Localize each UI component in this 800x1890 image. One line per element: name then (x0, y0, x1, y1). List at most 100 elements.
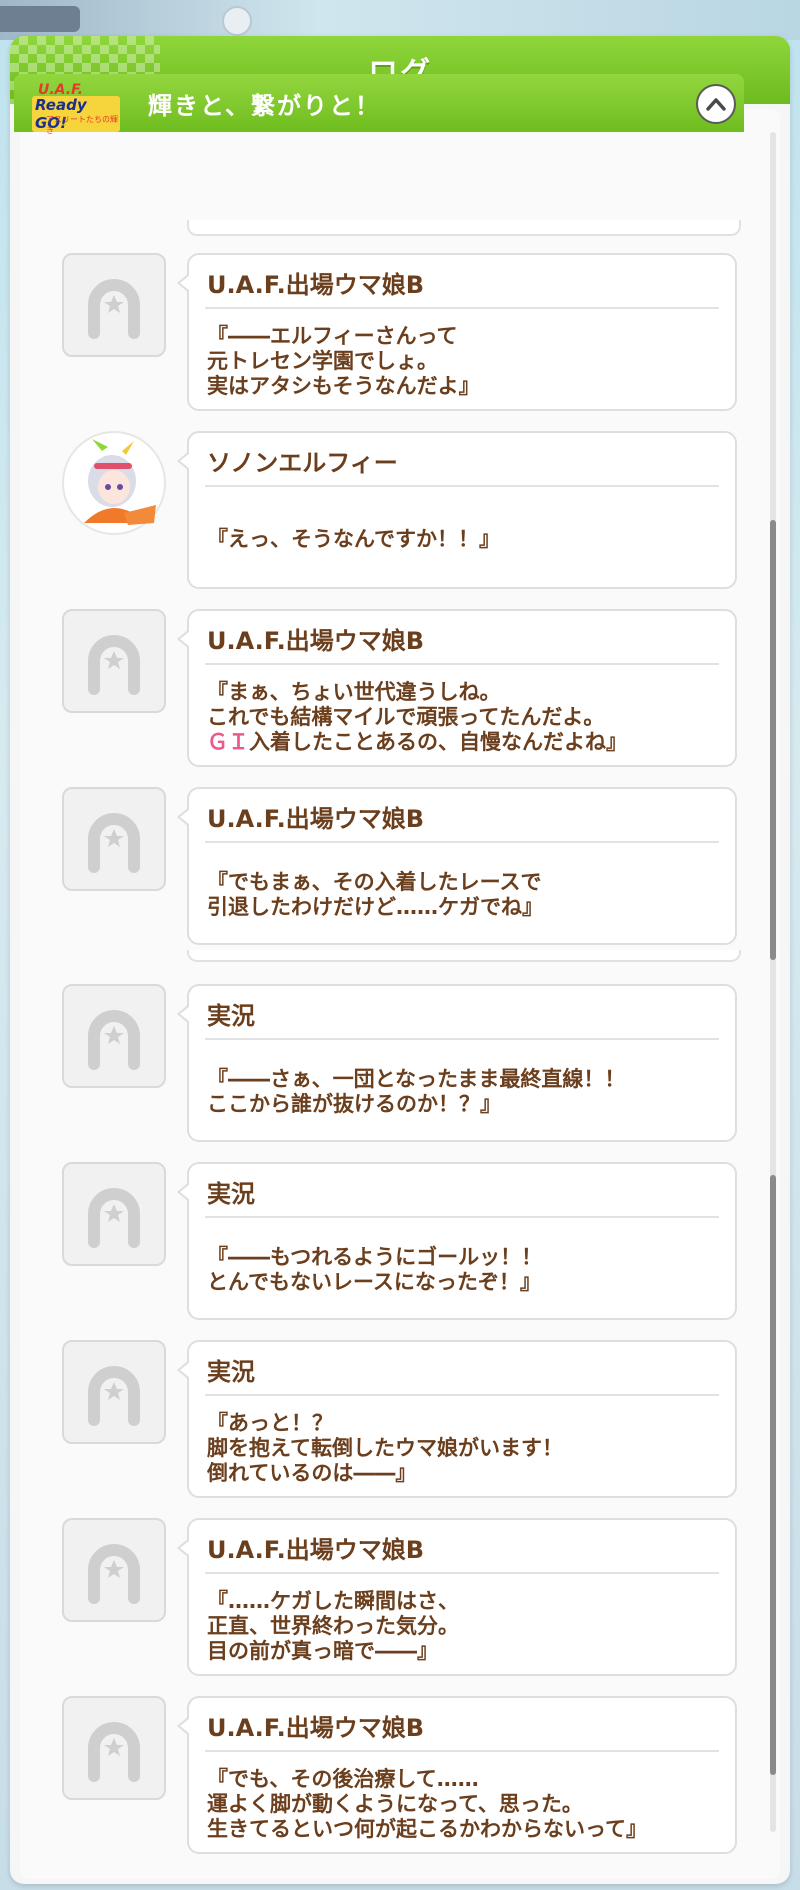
speaker-name: 実況 (207, 1002, 255, 1030)
speaker-name: 実況 (207, 1180, 255, 1208)
speaker-name: U.A.F.出場ウマ娘B (207, 805, 425, 833)
dialogue-line: とんでもないレースになったぞ！』 (207, 1270, 541, 1294)
speaker-name: U.A.F.出場ウマ娘B (207, 627, 425, 655)
highlight-text: ＧＩ (207, 729, 249, 754)
background-ring (222, 6, 252, 36)
dialogue-bubble: 実況 『――さぁ、一団となったまま最終直線！！ ここから誰が抜けるのか！？』 (177, 984, 737, 1142)
divider (205, 1572, 719, 1574)
horseshoe-icon (88, 1366, 140, 1426)
avatar (62, 253, 166, 357)
divider (205, 1394, 719, 1396)
speaker-name: U.A.F.出場ウマ娘B (207, 271, 425, 299)
log-entry: 実況 『――さぁ、一団となったまま最終直線！！ ここから誰が抜けるのか！？』 (62, 984, 737, 1144)
horseshoe-icon (88, 279, 140, 339)
dialogue-text: 『えっ、そうなんですか！！』 (207, 501, 721, 577)
dialogue-bubble: U.A.F.出場ウマ娘B 『……ケガした瞬間はさ、 正直、世界終わった気分。 目… (177, 1518, 737, 1676)
dialogue-bubble: U.A.F.出場ウマ娘B 『でもまぁ、その入着したレースで 引退したわけだけど…… (177, 787, 737, 945)
dialogue-line: 生きてるといつ何が起こるかわからないって』 (207, 1816, 647, 1841)
speaker-name: ソノンエルフィー (207, 449, 398, 477)
avatar (62, 984, 166, 1088)
dialogue-line: 『――もつれるようにゴールッ！！ (207, 1245, 543, 1269)
log-entry: U.A.F.出場ウマ娘B 『まぁ、ちょい世代違うしね。 これでも結構マイルで頑張… (62, 609, 737, 769)
dialogue-bubble: 実況 『あっと！？ 脚を抱えて転倒したウマ娘がいます！ 倒れているのは――』 (177, 1340, 737, 1498)
horseshoe-icon (88, 1010, 140, 1070)
log-entry: U.A.F.出場ウマ娘B 『でもまぁ、その入着したレースで 引退したわけだけど…… (62, 787, 737, 947)
speaker-name: U.A.F.出場ウマ娘B (207, 1536, 425, 1564)
dialogue-line: 運よく脚が動くようになって、思った。 (207, 1791, 583, 1816)
horseshoe-icon (88, 635, 140, 695)
dialogue-text: 『……ケガした瞬間はさ、 正直、世界終わった気分。 目の前が真っ暗で――』 (207, 1588, 721, 1664)
dialogue-line: 『――さぁ、一団となったまま最終直線！！ (207, 1067, 626, 1091)
dialogue-line: 『……ケガした瞬間はさ、 (207, 1588, 459, 1613)
dialogue-text: 『――エルフィーさんって 元トレセン学園でしょ。 実はアタシもそうなんだよ』 (207, 323, 721, 399)
divider (205, 841, 719, 843)
dialogue-line: 『えっ、そうなんですか！！』 (207, 526, 500, 551)
log-entry: U.A.F.出場ウマ娘B 『でも、その後治療して…… 運よく脚が動くようになって… (62, 1696, 737, 1856)
dialogue-text: 『まぁ、ちょい世代違うしね。 これでも結構マイルで頑張ってたんだよ。 ＧＩ入着し… (207, 679, 721, 755)
dialogue-bubble: U.A.F.出場ウマ娘B 『――エルフィーさんって 元トレセン学園でしょ。 実は… (177, 253, 737, 411)
divider (205, 1216, 719, 1218)
scrollbar-thumb[interactable] (770, 1175, 776, 1775)
horseshoe-icon (88, 1188, 140, 1248)
dialogue-bubble: ソノンエルフィー 『えっ、そうなんですか！！』 (177, 431, 737, 589)
dialogue-line: 『でも、その後治療して…… (207, 1766, 479, 1791)
log-entry: 実況 『あっと！？ 脚を抱えて転倒したウマ娘がいます！ 倒れているのは――』 (62, 1340, 737, 1500)
dialogue-line: 『あっと！？ (207, 1410, 333, 1435)
dialogue-text: 『でも、その後治療して…… 運よく脚が動くようになって、思った。 生きてるといつ… (207, 1766, 721, 1842)
collapse-button[interactable] (696, 84, 736, 124)
horseshoe-icon (88, 1544, 140, 1604)
event-logo: U.A.F. Ready GO! アスリートたちの輝き (28, 80, 120, 135)
dialogue-text: 『でもまぁ、その入着したレースで 引退したわけだけど……ケガでね』 (207, 857, 721, 933)
avatar (62, 431, 166, 535)
chapter-title: 輝きと、繋がりと！ (148, 91, 382, 120)
dialogue-line: ここから誰が抜けるのか！？』 (207, 1092, 501, 1116)
dialogue-line: ＧＩ入着したことあるの、自慢なんだよね』 (207, 730, 721, 755)
chapter-header[interactable]: U.A.F. Ready GO! アスリートたちの輝き 輝きと、繋がりと！ (14, 74, 744, 135)
dialogue-line: 元トレセン学園でしょ。 (207, 348, 438, 373)
background-chip (0, 6, 80, 32)
dialogue-line: 実はアタシもそうなんだよ』 (207, 373, 480, 398)
log-entry: 実況 『――もつれるようにゴールッ！！ とんでもないレースになったぞ！』 (62, 1162, 737, 1322)
divider (205, 663, 719, 665)
previous-bubble-edge (187, 950, 741, 962)
dialogue-line: 脚を抱えて転倒したウマ娘がいます！ (207, 1435, 563, 1460)
dialogue-line: 目の前が真っ暗で――』 (207, 1638, 438, 1663)
log-entry: U.A.F.出場ウマ娘B 『……ケガした瞬間はさ、 正直、世界終わった気分。 目… (62, 1518, 737, 1678)
dialogue-text: 『あっと！？ 脚を抱えて転倒したウマ娘がいます！ 倒れているのは――』 (207, 1410, 721, 1486)
horseshoe-icon (88, 1722, 140, 1782)
avatar (62, 1340, 166, 1444)
divider (205, 485, 719, 487)
dialogue-line: 正直、世界終わった気分。 (207, 1613, 459, 1638)
divider (205, 307, 719, 309)
dialogue-bubble: 実況 『――もつれるようにゴールッ！！ とんでもないレースになったぞ！』 (177, 1162, 737, 1320)
avatar (62, 787, 166, 891)
background-strip (0, 0, 800, 40)
chevron-up-icon (706, 98, 726, 111)
divider (205, 1750, 719, 1752)
divider (205, 1038, 719, 1040)
log-entry: U.A.F.出場ウマ娘B 『――エルフィーさんって 元トレセン学園でしょ。 実は… (62, 253, 737, 413)
speaker-name: U.A.F.出場ウマ娘B (207, 1714, 425, 1742)
dialogue-text: 『――さぁ、一団となったまま最終直線！！ ここから誰が抜けるのか！？』 (207, 1054, 721, 1130)
dialogue-line: 倒れているのは――』 (207, 1460, 417, 1485)
horseshoe-icon (88, 813, 140, 873)
dialogue-bubble: U.A.F.出場ウマ娘B 『でも、その後治療して…… 運よく脚が動くようになって… (177, 1696, 737, 1854)
dialogue-line: 『まぁ、ちょい世代違うしね。 (207, 679, 501, 704)
dialogue-line: 『でもまぁ、その入着したレースで (207, 870, 542, 894)
dialogue-text: 『――もつれるようにゴールッ！！ とんでもないレースになったぞ！』 (207, 1232, 721, 1308)
avatar (62, 1696, 166, 1800)
character-portrait (66, 435, 162, 531)
dialogue-line: これでも結構マイルで頑張ってたんだよ。 (207, 704, 605, 729)
dialogue-line: 『――エルフィーさんって (207, 323, 458, 348)
scrollbar-thumb[interactable] (770, 520, 776, 960)
logo-text: アスリートたちの輝き (46, 115, 118, 135)
dialogue-bubble: U.A.F.出場ウマ娘B 『まぁ、ちょい世代違うしね。 これでも結構マイルで頑張… (177, 609, 737, 767)
dialogue-line: 引退したわけだけど……ケガでね』 (207, 895, 543, 919)
log-entry: ソノンエルフィー 『えっ、そうなんですか！！』 (62, 431, 737, 591)
dialogue-fragment: 入着したことあるの、自慢なんだよね』 (249, 729, 627, 754)
previous-bubble-edge (187, 220, 741, 236)
speaker-name: 実況 (207, 1358, 255, 1386)
avatar (62, 609, 166, 713)
avatar (62, 1162, 166, 1266)
avatar (62, 1518, 166, 1622)
